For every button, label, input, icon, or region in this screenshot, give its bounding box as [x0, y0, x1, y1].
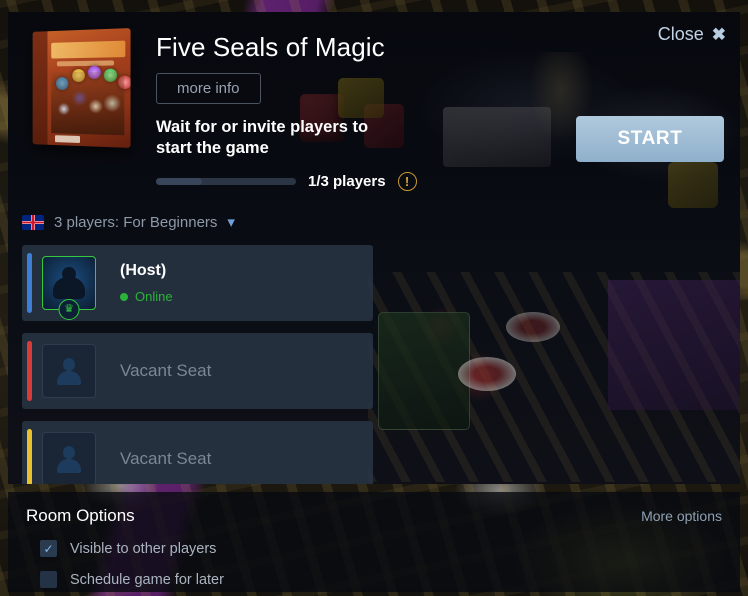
- start-button[interactable]: START: [576, 116, 724, 162]
- seat-color-stripe: [27, 429, 32, 484]
- crown-icon: ♛: [58, 299, 80, 320]
- room-option-row[interactable]: Schedule game for later: [26, 571, 722, 588]
- game-room-modal: Close ✖ START Five Seals of Magic more i…: [8, 12, 740, 484]
- person-icon: [56, 357, 82, 385]
- players-progress-bar: [156, 178, 296, 185]
- checkbox[interactable]: ✓: [40, 540, 57, 557]
- seat-color-stripe: [27, 341, 32, 401]
- game-title: Five Seals of Magic: [156, 32, 385, 62]
- room-options-panel: Room Options More options ✓ Visible to ot…: [8, 492, 740, 592]
- game-mode-selector[interactable]: 3 players: For Beginners ▾: [22, 213, 740, 231]
- checkbox[interactable]: [40, 571, 57, 588]
- game-mode-label: 3 players: For Beginners: [54, 213, 218, 231]
- room-option-row[interactable]: ✓ Visible to other players: [26, 540, 722, 557]
- person-icon: [56, 445, 82, 473]
- more-info-button[interactable]: more info: [156, 73, 261, 104]
- vacant-avatar: [42, 432, 96, 484]
- room-option-label: Schedule game for later: [70, 571, 224, 588]
- uk-flag-icon: [22, 214, 44, 230]
- seat-color-stripe: [27, 253, 32, 313]
- host-avatar: ♛: [42, 256, 96, 320]
- seat-info: Vacant Seat: [120, 361, 211, 381]
- player-seat[interactable]: Vacant Seat: [22, 421, 373, 484]
- seat-info: (Host) Online: [120, 262, 173, 304]
- online-dot-icon: [120, 292, 128, 301]
- seat-status: Online: [135, 289, 173, 304]
- exclamation-icon: !: [397, 172, 417, 191]
- players-progress-row: 1/3 players !: [156, 172, 740, 191]
- app-root: Close ✖ START Five Seals of Magic more i…: [0, 0, 748, 596]
- game-header: Five Seals of Magic more info Wait for o…: [8, 12, 740, 191]
- game-box-art: [32, 28, 131, 148]
- player-seat-list: ♛ (Host) Online Vacant Seat Vacant Seat: [22, 245, 726, 484]
- player-seat[interactable]: ♛ (Host) Online: [22, 245, 373, 321]
- room-status-text: Wait for or invite players to start the …: [156, 118, 369, 157]
- meeple-icon: [51, 267, 87, 299]
- seat-name: Vacant Seat: [120, 361, 212, 380]
- seat-name: Vacant Seat: [120, 449, 212, 468]
- room-options-title: Room Options: [26, 506, 135, 525]
- room-options-list: ✓ Visible to other players Schedule game f…: [26, 540, 722, 588]
- seat-status-row: Online: [120, 289, 173, 304]
- seat-name: (Host): [120, 262, 167, 279]
- close-label: Close: [657, 24, 704, 44]
- chevron-down-icon[interactable]: ▾: [227, 213, 235, 231]
- close-button[interactable]: Close ✖: [658, 24, 726, 45]
- seat-info: Vacant Seat: [120, 449, 211, 469]
- room-option-label: Visible to other players: [70, 540, 217, 557]
- close-x-icon: ✖: [711, 24, 726, 44]
- players-count-label: 1/3 players: [308, 173, 386, 190]
- vacant-avatar: [42, 344, 96, 398]
- player-seat[interactable]: Vacant Seat: [22, 333, 373, 409]
- more-options-link[interactable]: More options: [641, 508, 722, 524]
